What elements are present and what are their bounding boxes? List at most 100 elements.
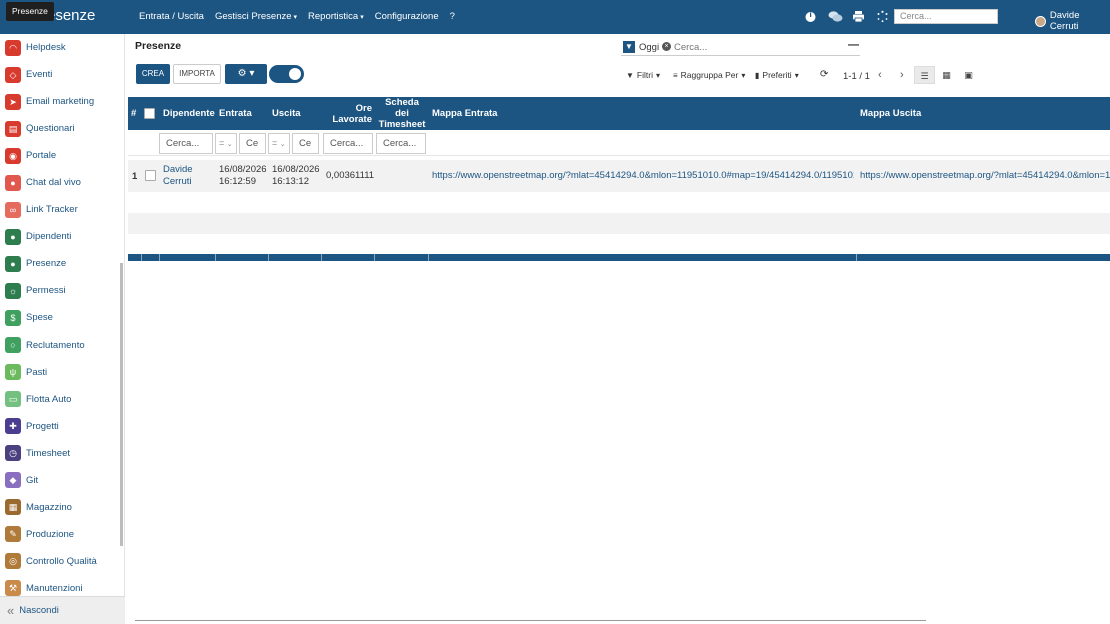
filter-dipendente-input[interactable]: Cerca... (159, 133, 213, 154)
search-input[interactable] (674, 42, 844, 53)
import-button[interactable]: IMPORTA (173, 64, 221, 84)
user-menu[interactable]: Davide Cerruti (1035, 10, 1110, 32)
favorites-dropdown[interactable]: ▮ Preferiti ▾ (755, 70, 799, 80)
menu-gestisci-presenze[interactable]: Gestisci Presenze ▾ (215, 11, 297, 22)
sidebar-item-label: Timesheet (26, 447, 70, 459)
chat-icon[interactable] (828, 10, 843, 23)
list-view-icon[interactable]: ☰ (914, 66, 935, 84)
toggle-knob (289, 68, 301, 80)
action-gear-button[interactable]: ⚙ ▾ (225, 64, 267, 84)
warehouse-icon: ▦ (5, 499, 21, 516)
col-mappa-entrata[interactable]: Mappa Entrata (432, 97, 632, 130)
bookmark-icon: ▮ (755, 70, 760, 80)
sidebar-item[interactable]: ● Dipendenti (0, 223, 120, 250)
cell-dipendente[interactable]: Davide Cerruti (163, 164, 213, 188)
sidebar-item[interactable]: ◇ Eventi (0, 61, 120, 88)
remove-facet-icon[interactable]: × (662, 42, 671, 51)
cell-mappa-uscita[interactable]: https://www.openstreetmap.org/?mlat=4541… (860, 170, 1110, 181)
filters-dropdown[interactable]: ▼ Filtri ▾ (626, 70, 660, 80)
timer-icon[interactable] (804, 10, 817, 23)
sidebar-item[interactable]: ▤ Questionari (0, 115, 120, 142)
footer-column-separator (268, 254, 269, 261)
table-row[interactable]: 1 Davide Cerruti 16/08/2026 16:12:59 16/… (128, 160, 1110, 192)
cell-uscita-date: 16/08/2026 (272, 164, 320, 175)
sidebar-item[interactable]: ◠ Helpdesk (0, 34, 120, 61)
filter-scheda-input[interactable]: Cerca... (376, 133, 426, 154)
pager-prev-icon[interactable]: ‹ (878, 69, 882, 81)
sidebar-item-label: Link Tracker (26, 204, 78, 216)
select-all-checkbox[interactable] (144, 108, 155, 119)
sidebar-item-label: Email marketing (26, 96, 95, 108)
filter-entrata-input[interactable]: Ce (239, 133, 266, 154)
sidebar-item[interactable]: ◉ Portale (0, 142, 120, 169)
menu-help[interactable]: ? (450, 11, 455, 22)
global-search-input[interactable]: Cerca... (894, 9, 998, 24)
sidebar-item[interactable]: $ Spese (0, 304, 120, 331)
col-dipendente[interactable]: Dipendente (163, 97, 215, 130)
sidebar-item[interactable]: ◆ Git (0, 467, 120, 494)
sidebar-item[interactable]: ○ Reclutamento (0, 332, 120, 359)
filter-uscita-operator[interactable]: = ⌄ (268, 133, 290, 154)
create-button[interactable]: CREA (136, 64, 170, 84)
sidebar-item[interactable]: ψ Pasti (0, 359, 120, 386)
car-icon: ▭ (5, 391, 21, 408)
cutlery-icon: ψ (5, 364, 21, 381)
sidebar-collapse-label: Nascondi (19, 605, 59, 616)
cell-mappa-entrata[interactable]: https://www.openstreetmap.org/?mlat=4541… (432, 170, 854, 181)
menu-reportistica[interactable]: Reportistica ▾ (308, 11, 364, 22)
filters-label: Filtri (636, 70, 653, 80)
sidebar-item-label: Chat dal vivo (26, 177, 81, 189)
dollar-icon: $ (5, 309, 21, 326)
breadcrumb: Presenze (135, 40, 182, 52)
sidebar-item[interactable]: ✚ Progetti (0, 413, 120, 440)
sidebar-collapse-button[interactable]: « Nascondi (0, 596, 125, 624)
filter-ore-input[interactable]: Cerca... (323, 133, 373, 154)
sidebar-item[interactable]: ◎ Controllo Qualità (0, 548, 120, 575)
sidebar-item[interactable]: ➤ Email marketing (0, 88, 120, 115)
sidebar-item[interactable]: ☼ Permessi (0, 277, 120, 304)
col-entrata[interactable]: Entrata (219, 97, 269, 130)
clipboard-icon: ▤ (5, 120, 21, 137)
sidebar-scrollbar[interactable] (120, 263, 123, 546)
clock-icon: ◷ (5, 445, 21, 462)
col-scheda-timesheet[interactable]: Scheda dei Timesheet (377, 97, 427, 130)
menu-configurazione[interactable]: Configurazione (375, 11, 439, 22)
sidebar-item-label: Presenze (26, 258, 67, 270)
sidebar-item[interactable]: ∞ Link Tracker (0, 196, 120, 223)
sidebar-item[interactable]: ▭ Flotta Auto (0, 386, 120, 413)
cell-uscita-time: 16:13:12 (272, 176, 309, 187)
sidebar-item-label: Flotta Auto (26, 393, 72, 405)
sidebar-item[interactable]: ● Presenze (0, 250, 120, 277)
app-sidebar: ◠ Helpdesk ◇ Eventi ➤ Email marketing ▤ Questio… (0, 34, 125, 624)
kanban-view-icon[interactable]: ▦ (936, 66, 957, 84)
pager-next-icon[interactable]: › (900, 69, 904, 81)
cell-entrata: 16/08/2026 16:12:59 (219, 164, 267, 188)
refresh-icon[interactable]: ⟳ (820, 69, 828, 80)
magnifier-icon: ○ (5, 337, 21, 354)
list-lines-icon: ≡ (673, 70, 678, 80)
toggle-switch[interactable] (269, 65, 304, 83)
search-collapse-button[interactable]: — (848, 39, 859, 51)
cell-entrata-time: 16:12:59 (219, 176, 256, 187)
quality-icon: ◎ (5, 553, 21, 570)
col-uscita[interactable]: Uscita (272, 97, 322, 130)
groupby-dropdown[interactable]: ≡ Raggruppa Per ▾ (673, 70, 745, 80)
sidebar-item[interactable]: ● Chat dal vivo (0, 169, 120, 196)
sidebar-item[interactable]: ✎ Produzione (0, 521, 120, 548)
col-mappa-uscita[interactable]: Mappa Uscita (860, 97, 1060, 130)
helpdesk-icon: ◠ (5, 39, 21, 56)
row-checkbox[interactable] (145, 170, 156, 181)
globe-icon: ◉ (5, 147, 21, 164)
sidebar-item[interactable]: ◷ Timesheet (0, 440, 120, 467)
col-ore-lavorate[interactable]: Ore Lavorate (324, 97, 372, 130)
menu-entrata-uscita[interactable]: Entrata / Uscita (139, 11, 204, 22)
filter-entrata-operator[interactable]: = ⌄ (215, 133, 237, 154)
filter-uscita-input[interactable]: Ce (292, 133, 319, 154)
sidebar-item-label: Eventi (26, 69, 53, 81)
footer-column-separator (321, 254, 322, 261)
calendar-view-icon[interactable]: ▣ (958, 66, 979, 84)
print-icon[interactable] (852, 10, 865, 23)
sidebar-item[interactable]: ▦ Magazzino (0, 494, 120, 521)
top-menu: Entrata / Uscita Gestisci Presenze ▾ Repo… (139, 11, 455, 22)
pager-value[interactable]: 1-1 / 1 (843, 71, 870, 82)
